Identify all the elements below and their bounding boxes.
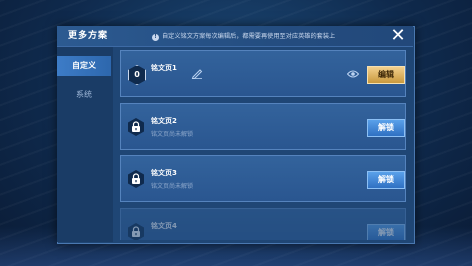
lock-icon bbox=[128, 118, 144, 136]
sidebar bbox=[57, 47, 113, 242]
dialog-title: 更多方案 bbox=[68, 31, 109, 41]
unlock-button[interactable]: 解锁 bbox=[367, 171, 405, 189]
page-name: 铭文页2 bbox=[151, 117, 177, 125]
close-button[interactable]: ✕ bbox=[388, 26, 408, 46]
list-item[interactable]: 铭文页4 解锁 bbox=[120, 208, 406, 240]
page-status: 铭文页尚未解锁 bbox=[151, 131, 194, 138]
lock-icon bbox=[128, 170, 144, 188]
eye-icon[interactable] bbox=[347, 69, 359, 79]
page-name: 铭文页1 bbox=[151, 64, 177, 72]
list-item[interactable]: 铭文页3 铭文页尚未解锁 解锁 bbox=[120, 155, 406, 202]
list-item[interactable]: 0 铭文页1 编辑 bbox=[120, 50, 406, 97]
edit-button[interactable]: 编辑 bbox=[367, 66, 405, 84]
lock-icon bbox=[128, 223, 144, 240]
tab-system[interactable]: 系统 bbox=[57, 85, 111, 105]
unlock-button[interactable]: 解锁 bbox=[367, 224, 405, 240]
page-name: 铭文页3 bbox=[151, 169, 177, 177]
rename-pen-icon[interactable] bbox=[191, 67, 203, 79]
list-item[interactable]: 铭文页2 铭文页尚未解锁 解锁 bbox=[120, 103, 406, 150]
close-icon: ✕ bbox=[390, 25, 406, 46]
page-number-badge: 0 bbox=[128, 65, 146, 85]
unlock-button[interactable]: 解锁 bbox=[367, 119, 405, 137]
info-icon: ! bbox=[152, 33, 159, 41]
page-name: 铭文页4 bbox=[151, 222, 177, 230]
tab-custom[interactable]: 自定义 bbox=[57, 56, 111, 76]
notice-text: ! 自定义铭文方案每次编辑后，都需要再使用至对应英雄的套装上 bbox=[152, 31, 335, 43]
notice-label: 自定义铭文方案每次编辑后，都需要再使用至对应英雄的套装上 bbox=[162, 33, 336, 40]
page-status: 铭文页尚未解锁 bbox=[151, 183, 194, 190]
rune-page-list: 0 铭文页1 编辑 铭文页2 铭文页尚未解锁 解锁 铭文页3 铭文页尚未解锁 解… bbox=[118, 48, 408, 240]
